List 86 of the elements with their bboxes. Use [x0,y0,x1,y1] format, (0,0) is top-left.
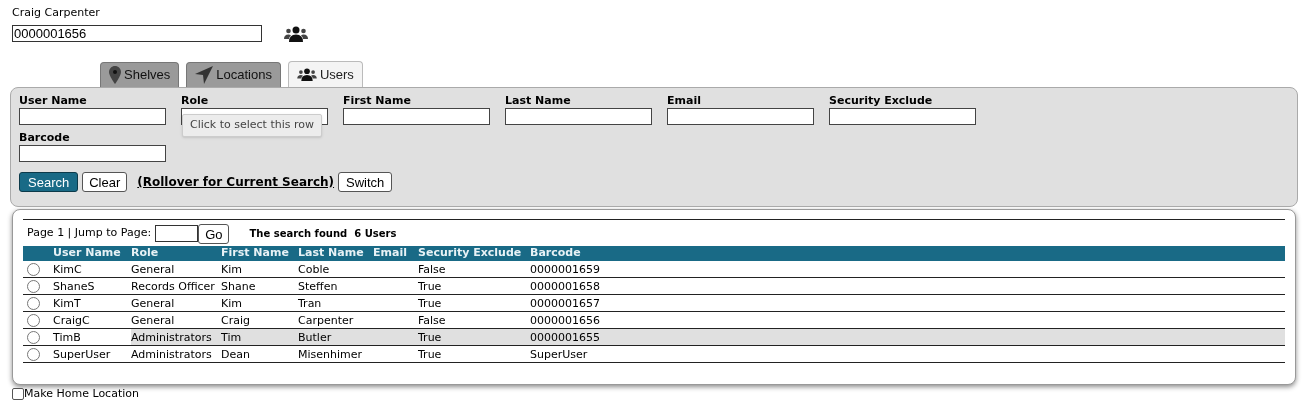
radio-button[interactable] [27,296,40,310]
table-cell-text: 0000001657 [530,295,601,311]
table-row[interactable]: KimC General Kim Coble False 0000001659 [23,261,1285,278]
navigation-arrow-icon [195,66,214,84]
table-row[interactable]: SuperUser Administrators Dean Misenhimer True SuperUser [23,346,1285,363]
field-label: Barcode [19,131,71,145]
table-cell-text: General [131,312,176,328]
checkbox[interactable] [12,388,24,400]
barcode-field[interactable]: 0000001656 [12,25,262,42]
table-cell-text: True [418,346,443,362]
field-label: User Name [19,94,88,108]
table-cell-text: Misenhimer [298,346,364,362]
column-header: Security Exclude [418,245,522,262]
tooltip: Click to select this row [182,114,322,137]
table-cell-text: Kim [221,261,243,277]
table-cell-text: Carpenter [298,312,355,328]
pager-label: Page 1 | Jump to Page: [27,225,152,242]
field-label: Role [181,94,210,108]
table-cell-text: Steffen [298,278,339,294]
table-row[interactable]: KimT General Kim Tran True 0000001657 [23,295,1285,312]
column-header: Last Name [298,245,364,262]
rollover-link[interactable]: (Rollover for Current Search) [137,173,335,191]
table-cell-text: 0000001655 [530,329,601,345]
table-cell-text: ShaneS [53,278,96,294]
input-field[interactable] [19,108,166,125]
field-label: First Name [343,94,412,108]
table-cell-text: Butler [298,329,333,345]
input-field[interactable] [343,108,490,125]
table-cell-text: Shane [221,278,257,294]
table-cell-text: 0000001658 [530,278,601,294]
table-cell-text: General [131,295,176,311]
table-cell-text: General [131,261,176,277]
column-header: User Name [53,245,121,262]
column-header: First Name [221,245,289,262]
table-row[interactable]: ShaneS Records Officer Shane Steffen True 0000001658 [23,278,1285,295]
checkbox-label: Make Home Location [24,388,139,400]
clear-button[interactable]: Clear [82,172,128,192]
table-cell-text: Kim [221,295,243,311]
table-cell-text: True [418,278,443,294]
user-name: Craig Carpenter [12,6,101,20]
users-icon[interactable] [284,25,308,42]
input-field[interactable] [19,145,166,162]
table-cell-text: Administrators [131,329,213,345]
table-cell-text: Records Officer [131,278,216,294]
column-header: Barcode [530,245,581,262]
radio-button[interactable] [27,347,40,361]
table-cell-text: False [418,312,447,328]
table-cell-text: Craig [221,312,251,328]
input-field[interactable] [505,108,652,125]
table-cell-text: SuperUser [530,346,589,362]
input-field[interactable] [667,108,814,125]
table-cell-text: TimB [53,329,82,345]
table-cell-text: KimT [53,295,82,311]
tab[interactable]: Shelves [100,62,180,87]
table-cell-text: CraigC [53,312,91,328]
table-cell-text: False [418,261,447,277]
radio-button[interactable] [27,262,40,276]
field-label: Security Exclude [829,94,934,108]
radio-button[interactable] [27,279,40,293]
page-field[interactable] [155,225,199,242]
column-header: Email [373,245,407,262]
input-field[interactable] [829,108,976,125]
radio-button[interactable] [27,313,40,327]
table-cell-text: KimC [53,261,83,277]
table-cell-text: Coble [298,261,331,277]
users-icon [296,68,317,81]
map-pin-icon [109,66,121,84]
table-cell-text: True [418,295,443,311]
field-label: Last Name [505,94,572,108]
table-cell-text: SuperUser [53,346,112,362]
table-cell-text: Tim [221,329,243,345]
result-count: The search found 6 Users [249,227,397,241]
column-header: Role [131,245,159,262]
field-label: Email [667,94,702,108]
go-button[interactable]: Go [198,223,230,244]
radio-button[interactable] [27,330,40,344]
table-cell-text: Tran [298,295,323,311]
table-cell-text: 0000001656 [530,312,601,328]
table-cell-text: Administrators [131,346,213,362]
tab[interactable]: Locations [186,62,281,87]
table-cell-text: True [418,329,443,345]
switch-button[interactable]: Switch [338,172,393,192]
table-cell-text: 0000001659 [530,261,601,277]
search-button[interactable]: Search [19,172,79,192]
table-cell-text: Dean [221,346,251,362]
tab[interactable]: Users [287,61,363,87]
